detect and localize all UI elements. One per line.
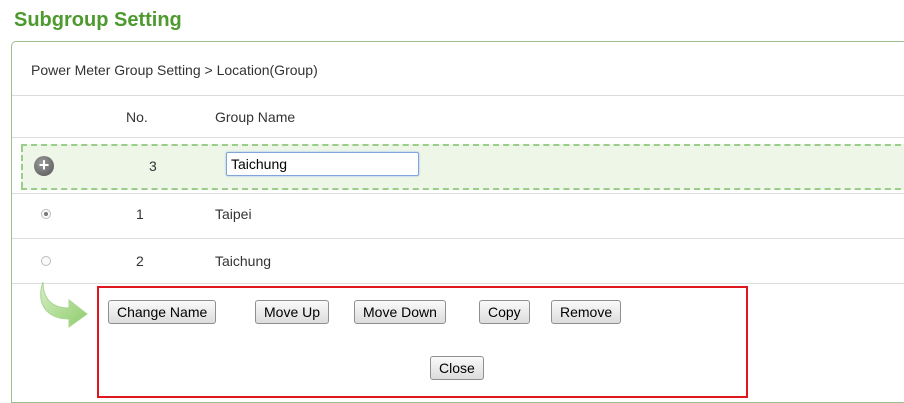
divider — [12, 193, 904, 194]
move-down-button[interactable]: Move Down — [354, 300, 446, 324]
divider — [12, 238, 904, 239]
page-title: Subgroup Setting — [14, 9, 182, 31]
move-up-button[interactable]: Move Up — [255, 300, 330, 324]
curved-arrow-icon — [40, 282, 88, 328]
row-radio-selected[interactable] — [41, 209, 51, 219]
column-header-no: No. — [126, 109, 148, 125]
column-header-group-name: Group Name — [215, 109, 296, 125]
remove-button[interactable]: Remove — [551, 300, 622, 324]
row-group-name: Taipei — [215, 206, 252, 222]
close-button[interactable]: Close — [430, 356, 484, 380]
divider — [12, 283, 904, 284]
row-number: 2 — [136, 253, 144, 269]
breadcrumb: Power Meter Group Setting > Location(Gro… — [31, 62, 318, 78]
copy-button[interactable]: Copy — [479, 300, 530, 324]
row-actions-panel: Change Name Move Up Move Down Copy Remov… — [97, 286, 748, 398]
group-name-input[interactable] — [226, 152, 419, 176]
plus-circle-icon[interactable]: + — [34, 156, 54, 176]
change-name-button[interactable]: Change Name — [108, 300, 217, 324]
group-panel: Power Meter Group Setting > Location(Gro… — [11, 41, 904, 403]
new-group-row: + 3 — [21, 144, 904, 190]
divider — [12, 137, 904, 138]
new-group-number: 3 — [149, 158, 157, 174]
row-group-name: Taichung — [215, 253, 272, 269]
divider — [12, 95, 904, 96]
row-radio[interactable] — [41, 256, 51, 266]
row-number: 1 — [136, 206, 144, 222]
